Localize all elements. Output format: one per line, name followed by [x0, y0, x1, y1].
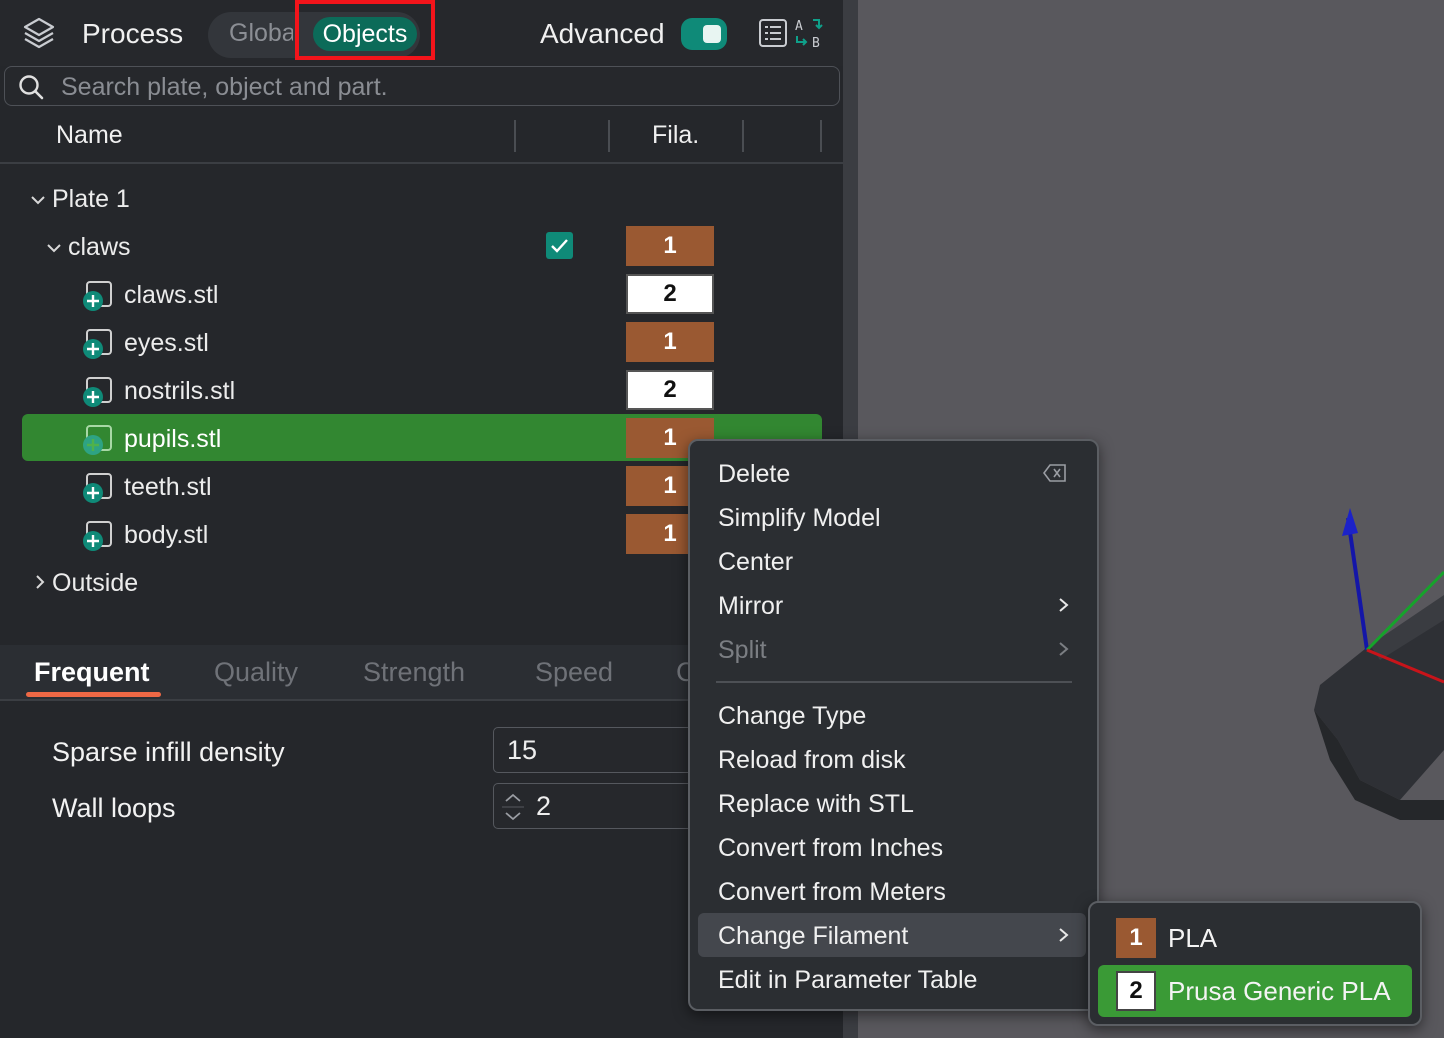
checkbox-checked-icon[interactable] — [546, 232, 573, 259]
submenu-item-label: Prusa Generic PLA — [1168, 976, 1391, 1006]
chevron-right-icon[interactable] — [32, 574, 48, 590]
tree-object-label[interactable]: claws — [68, 232, 131, 262]
search-input[interactable] — [59, 69, 823, 105]
wall-loops-stepper[interactable]: 2 — [493, 783, 713, 829]
stepper-arrows-icon[interactable] — [500, 788, 526, 826]
column-separator[interactable] — [608, 120, 610, 152]
model-viewport[interactable] — [1300, 500, 1444, 820]
part-add-icon — [83, 329, 112, 359]
chevron-down-icon[interactable] — [30, 192, 46, 208]
column-filament-header[interactable]: Fila. — [652, 120, 699, 150]
filament-swatch: 1 — [1116, 918, 1156, 958]
advanced-toggle[interactable] — [681, 18, 727, 50]
tab-strength[interactable]: Strength — [363, 655, 465, 689]
filament-badge[interactable]: 1 — [626, 226, 714, 266]
filament-badge[interactable]: 1 — [626, 322, 714, 362]
sparse-infill-density-input[interactable]: 15 — [493, 727, 713, 773]
column-name-header[interactable]: Name — [56, 120, 123, 150]
tab-speed[interactable]: Speed — [535, 655, 613, 689]
tree-part-label: eyes.stl — [124, 329, 209, 357]
menu-item-split[interactable]: Split — [718, 634, 767, 666]
layers-icon — [23, 17, 55, 49]
highlight-box — [295, 0, 435, 60]
menu-item-mirror[interactable]: Mirror — [718, 590, 783, 622]
part-add-icon — [83, 473, 112, 503]
filament-submenu: 1 PLA 2 Prusa Generic PLA — [1088, 901, 1422, 1026]
setting-label: Sparse infill density — [52, 737, 285, 767]
menu-item-reload-from-disk[interactable]: Reload from disk — [718, 744, 906, 776]
tree-plate-label[interactable]: Plate 1 — [52, 184, 130, 214]
header-divider — [0, 162, 843, 164]
menu-item-center[interactable]: Center — [718, 546, 793, 578]
menu-item-change-type[interactable]: Change Type — [718, 700, 866, 732]
tab-frequent[interactable]: Frequent — [34, 655, 150, 689]
menu-item-convert-from-meters[interactable]: Convert from Meters — [718, 876, 946, 908]
context-menu: Delete Simplify Model Center Mirror Spli… — [688, 439, 1099, 1011]
filament-swatch: 2 — [1116, 971, 1156, 1011]
menu-separator — [716, 681, 1072, 683]
tab-global[interactable]: Globa — [229, 16, 293, 50]
filament-badge[interactable]: 2 — [626, 370, 714, 410]
tree-part-label: teeth.stl — [124, 473, 212, 501]
menu-item-replace-with-stl[interactable]: Replace with STL — [718, 788, 914, 820]
compare-presets-icon[interactable]: A B — [793, 16, 827, 50]
tree-part-label: body.stl — [124, 521, 209, 549]
tree-part-label: claws.stl — [124, 281, 219, 309]
menu-item-convert-from-inches[interactable]: Convert from Inches — [718, 832, 943, 864]
filament-badge[interactable]: 2 — [626, 274, 714, 314]
chevron-right-icon — [1059, 598, 1069, 612]
part-add-icon — [83, 521, 112, 551]
backspace-icon — [1043, 464, 1066, 482]
column-separator[interactable] — [742, 120, 744, 152]
advanced-label: Advanced — [540, 18, 665, 49]
column-separator[interactable] — [514, 120, 516, 152]
column-separator[interactable] — [820, 120, 822, 152]
menu-item-edit-in-parameter-table[interactable]: Edit in Parameter Table — [718, 964, 977, 996]
setting-label: Wall loops — [52, 793, 176, 823]
part-add-icon — [83, 281, 112, 311]
chevron-down-icon[interactable] — [46, 240, 62, 256]
chevron-right-icon — [1059, 642, 1069, 656]
tree-outside-label[interactable]: Outside — [52, 568, 138, 598]
search-box — [4, 66, 840, 106]
active-tab-underline — [26, 692, 161, 697]
part-add-icon — [83, 377, 112, 407]
menu-item-delete[interactable]: Delete — [718, 458, 790, 490]
svg-text:B: B — [812, 36, 820, 50]
tab-quality[interactable]: Quality — [214, 655, 298, 689]
panel-title: Process — [82, 18, 184, 49]
list-view-icon[interactable] — [758, 18, 788, 48]
svg-text:A: A — [795, 19, 803, 34]
submenu-item-label: PLA — [1168, 923, 1218, 953]
search-icon — [19, 75, 44, 100]
menu-item-change-filament[interactable]: Change Filament — [718, 920, 908, 952]
part-add-icon — [83, 425, 112, 455]
tree-part-label: nostrils.stl — [124, 377, 236, 405]
tree-part-label: pupils.stl — [124, 425, 222, 453]
menu-item-simplify-model[interactable]: Simplify Model — [718, 502, 881, 534]
chevron-right-icon — [1059, 928, 1069, 942]
